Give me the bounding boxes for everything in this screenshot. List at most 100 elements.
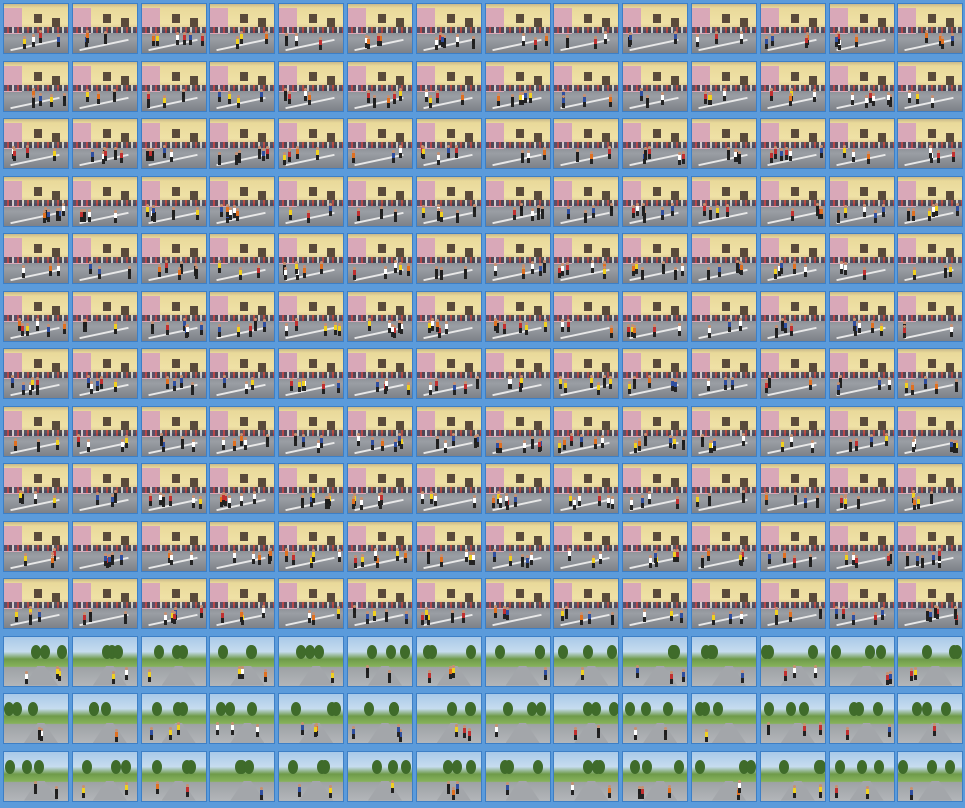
photo-thumbnail[interactable] — [622, 290, 689, 342]
photo-thumbnail[interactable] — [71, 348, 138, 399]
photo-thumbnail[interactable] — [3, 60, 69, 112]
photo-thumbnail[interactable] — [690, 463, 757, 514]
photo-thumbnail[interactable] — [415, 635, 482, 687]
photo-thumbnail[interactable] — [140, 750, 207, 802]
photo-thumbnail[interactable] — [897, 175, 964, 227]
photo-thumbnail[interactable] — [71, 3, 138, 54]
photo-thumbnail[interactable] — [209, 635, 276, 687]
photo-thumbnail[interactable] — [415, 118, 482, 169]
photo-thumbnail[interactable] — [484, 750, 551, 802]
photo-thumbnail[interactable] — [415, 693, 482, 744]
photo-thumbnail[interactable] — [140, 348, 207, 399]
photo-thumbnail[interactable] — [209, 750, 276, 802]
photo-thumbnail[interactable] — [3, 175, 69, 227]
photo-thumbnail[interactable] — [3, 3, 69, 54]
photo-thumbnail[interactable] — [690, 635, 757, 687]
photo-thumbnail[interactable] — [140, 3, 207, 54]
photo-thumbnail[interactable] — [484, 693, 551, 744]
photo-thumbnail[interactable] — [828, 463, 895, 514]
photo-thumbnail[interactable] — [897, 118, 964, 169]
photo-thumbnail[interactable] — [71, 233, 138, 284]
photo-thumbnail[interactable] — [897, 3, 964, 54]
photo-thumbnail[interactable] — [553, 348, 620, 399]
photo-thumbnail[interactable] — [622, 578, 689, 629]
photo-thumbnail[interactable] — [759, 233, 826, 284]
photo-thumbnail[interactable] — [828, 750, 895, 802]
photo-thumbnail[interactable] — [140, 175, 207, 227]
photo-thumbnail[interactable] — [484, 175, 551, 227]
photo-thumbnail[interactable] — [346, 578, 413, 629]
photo-thumbnail[interactable] — [278, 520, 345, 572]
photo-thumbnail[interactable] — [897, 578, 964, 629]
photo-thumbnail[interactable] — [759, 635, 826, 687]
photo-thumbnail[interactable] — [484, 578, 551, 629]
photo-thumbnail[interactable] — [278, 578, 345, 629]
photo-thumbnail[interactable] — [759, 3, 826, 54]
photo-thumbnail[interactable] — [759, 348, 826, 399]
photo-thumbnail[interactable] — [140, 233, 207, 284]
photo-thumbnail[interactable] — [415, 348, 482, 399]
photo-thumbnail[interactable] — [553, 520, 620, 572]
photo-thumbnail[interactable] — [209, 118, 276, 169]
photo-thumbnail[interactable] — [3, 635, 69, 687]
photo-thumbnail[interactable] — [690, 405, 757, 457]
photo-thumbnail[interactable] — [622, 3, 689, 54]
photo-thumbnail[interactable] — [828, 290, 895, 342]
photo-thumbnail[interactable] — [622, 520, 689, 572]
photo-thumbnail[interactable] — [828, 175, 895, 227]
photo-thumbnail[interactable] — [553, 578, 620, 629]
photo-thumbnail[interactable] — [140, 463, 207, 514]
photo-thumbnail[interactable] — [759, 405, 826, 457]
photo-thumbnail[interactable] — [622, 60, 689, 112]
photo-thumbnail[interactable] — [759, 60, 826, 112]
photo-thumbnail[interactable] — [484, 463, 551, 514]
photo-thumbnail[interactable] — [828, 693, 895, 744]
photo-thumbnail[interactable] — [209, 3, 276, 54]
photo-thumbnail[interactable] — [553, 60, 620, 112]
photo-thumbnail[interactable] — [553, 118, 620, 169]
photo-thumbnail[interactable] — [484, 233, 551, 284]
photo-thumbnail[interactable] — [3, 290, 69, 342]
photo-thumbnail[interactable] — [622, 635, 689, 687]
photo-thumbnail[interactable] — [690, 60, 757, 112]
photo-thumbnail[interactable] — [622, 233, 689, 284]
photo-thumbnail[interactable] — [346, 750, 413, 802]
photo-thumbnail[interactable] — [897, 290, 964, 342]
photo-thumbnail[interactable] — [278, 3, 345, 54]
photo-thumbnail[interactable] — [828, 405, 895, 457]
photo-thumbnail[interactable] — [71, 60, 138, 112]
photo-thumbnail[interactable] — [209, 233, 276, 284]
photo-thumbnail[interactable] — [71, 463, 138, 514]
photo-thumbnail[interactable] — [346, 60, 413, 112]
photo-thumbnail[interactable] — [3, 520, 69, 572]
photo-thumbnail[interactable] — [828, 60, 895, 112]
photo-thumbnail[interactable] — [415, 578, 482, 629]
photo-thumbnail[interactable] — [759, 750, 826, 802]
photo-thumbnail[interactable] — [3, 405, 69, 457]
photo-thumbnail[interactable] — [484, 60, 551, 112]
photo-thumbnail[interactable] — [622, 118, 689, 169]
photo-thumbnail[interactable] — [690, 348, 757, 399]
photo-thumbnail[interactable] — [690, 750, 757, 802]
photo-thumbnail[interactable] — [897, 635, 964, 687]
photo-thumbnail[interactable] — [278, 60, 345, 112]
photo-thumbnail[interactable] — [209, 348, 276, 399]
photo-thumbnail[interactable] — [71, 578, 138, 629]
photo-thumbnail[interactable] — [759, 463, 826, 514]
photo-thumbnail[interactable] — [484, 290, 551, 342]
photo-thumbnail[interactable] — [3, 233, 69, 284]
photo-thumbnail[interactable] — [140, 520, 207, 572]
photo-thumbnail[interactable] — [828, 635, 895, 687]
photo-thumbnail[interactable] — [553, 3, 620, 54]
photo-thumbnail[interactable] — [415, 60, 482, 112]
photo-thumbnail[interactable] — [690, 693, 757, 744]
photo-thumbnail[interactable] — [828, 233, 895, 284]
photo-thumbnail[interactable] — [622, 175, 689, 227]
photo-thumbnail[interactable] — [553, 175, 620, 227]
photo-thumbnail[interactable] — [553, 233, 620, 284]
photo-thumbnail[interactable] — [897, 233, 964, 284]
photo-thumbnail[interactable] — [278, 405, 345, 457]
photo-thumbnail[interactable] — [415, 175, 482, 227]
photo-thumbnail[interactable] — [209, 290, 276, 342]
photo-thumbnail[interactable] — [484, 3, 551, 54]
